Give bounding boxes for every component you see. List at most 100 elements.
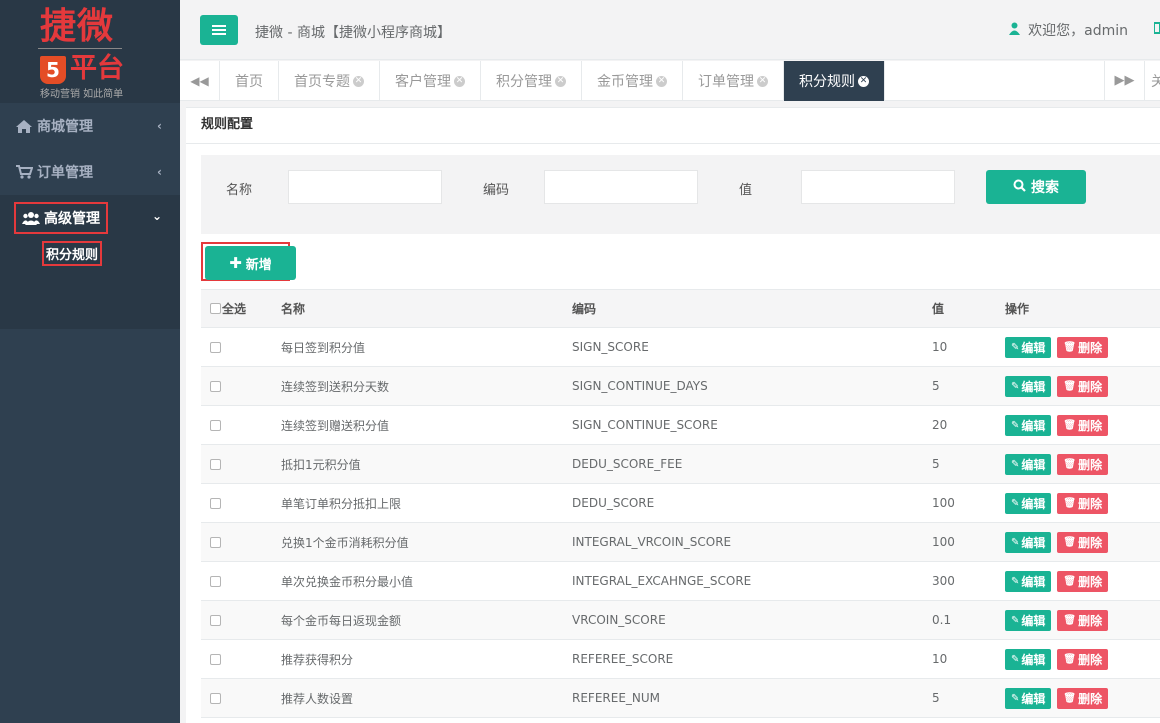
row-checkbox[interactable] xyxy=(210,342,221,353)
tab-bar: ◀◀ 首页 首页专题 ✕ 客户管理 ✕ 积分管理 ✕ 金币管理 ✕ 订单管理 ✕ 积分规则… xyxy=(180,61,1160,101)
edit-icon: ✎ xyxy=(1011,497,1020,509)
table-row: 抵扣1元积分值 DEDU_SCORE_FEE 5 ✎ 编辑 🗑 删除 xyxy=(201,444,1160,484)
delete-button[interactable]: 🗑 删除 xyxy=(1057,375,1109,397)
row-value: 100 xyxy=(932,522,1005,562)
sidebar-item-label: 订单管理 xyxy=(37,165,93,181)
main-content: 规则配置 名称 编码 值 搜索 ✚ 新增 全选 名称 编码 值 操作 每日签到积… xyxy=(186,107,1160,723)
logout-icon[interactable] xyxy=(1153,22,1160,36)
tab-close-icon[interactable]: ✕ xyxy=(858,75,869,87)
column-header-code[interactable]: 编码 xyxy=(572,289,932,328)
welcome-text: 欢迎您，admin xyxy=(1028,23,1128,39)
tab-close-icon[interactable]: ✕ xyxy=(757,75,768,87)
edit-button[interactable]: ✎ 编辑 xyxy=(1005,687,1052,709)
row-checkbox[interactable] xyxy=(210,459,221,470)
sidebar-subitem-score-rules[interactable]: 积分规则 xyxy=(42,241,103,266)
tab-customers[interactable]: 客户管理 ✕ xyxy=(380,61,481,101)
tab-close-icon[interactable]: ✕ xyxy=(353,75,364,87)
tab-home[interactable]: 首页 xyxy=(220,61,279,101)
row-checkbox[interactable] xyxy=(210,576,221,587)
tab-score-rules[interactable]: 积分规则 ✕ xyxy=(784,61,885,101)
row-checkbox[interactable] xyxy=(210,615,221,626)
edit-button[interactable]: ✎ 编辑 xyxy=(1005,648,1052,670)
row-name: 连续签到赠送积分值 xyxy=(281,405,572,445)
tab-close-icon[interactable]: ✕ xyxy=(555,75,566,87)
html5-badge-icon: 5 xyxy=(40,56,66,84)
trash-icon: 🗑 xyxy=(1063,692,1077,704)
edit-button[interactable]: ✎ 编辑 xyxy=(1005,531,1052,553)
tab-close-icon[interactable]: ✕ xyxy=(454,75,465,87)
table-row: 推荐人数设置 REFEREE_NUM 5 ✎ 编辑 🗑 删除 xyxy=(201,678,1160,718)
row-name: 抵扣1元积分值 xyxy=(281,444,572,484)
forward-icon: ▶▶ xyxy=(1114,73,1135,88)
row-value: 10 xyxy=(932,327,1005,367)
sidebar-item-mall[interactable]: 商城管理 ‹ xyxy=(0,103,180,149)
row-checkbox[interactable] xyxy=(210,537,221,548)
delete-button[interactable]: 🗑 删除 xyxy=(1057,687,1109,709)
row-code: INTEGRAL_EXCAHNGE_SCORE xyxy=(572,561,932,601)
search-name-input[interactable] xyxy=(288,170,442,204)
edit-button[interactable]: ✎ 编辑 xyxy=(1005,453,1052,475)
row-checkbox[interactable] xyxy=(210,381,221,392)
delete-button[interactable]: 🗑 删除 xyxy=(1057,570,1109,592)
row-code: DEDU_SCORE_FEE xyxy=(572,444,932,484)
tab-scroll-left-button[interactable]: ◀◀ xyxy=(180,61,220,101)
row-checkbox[interactable] xyxy=(210,693,221,704)
sidebar-item-advanced[interactable]: 高级管理 ⌄ xyxy=(0,195,180,241)
edit-icon: ✎ xyxy=(1011,341,1020,353)
row-actions: ✎ 编辑 🗑 删除 xyxy=(1005,639,1160,679)
users-icon xyxy=(22,211,40,225)
sidebar-item-orders[interactable]: 订单管理 ‹ xyxy=(0,149,180,195)
row-value: 5 xyxy=(932,366,1005,406)
edit-button[interactable]: ✎ 编辑 xyxy=(1005,414,1052,436)
chevron-left-icon: ‹ xyxy=(157,165,162,179)
tab-home-topics[interactable]: 首页专题 ✕ xyxy=(279,61,380,101)
search-button[interactable]: 搜索 xyxy=(986,170,1086,204)
row-value: 100 xyxy=(932,483,1005,523)
row-value: 0.1 xyxy=(932,600,1005,640)
delete-button[interactable]: 🗑 删除 xyxy=(1057,609,1109,631)
delete-button[interactable]: 🗑 删除 xyxy=(1057,414,1109,436)
tab-score-management[interactable]: 积分管理 ✕ xyxy=(481,61,582,101)
edit-button[interactable]: ✎ 编辑 xyxy=(1005,336,1052,358)
logo-title: 捷微 xyxy=(40,5,115,47)
edit-icon: ✎ xyxy=(1011,575,1020,587)
logo-subtitle: 平台 xyxy=(70,53,124,84)
delete-button[interactable]: 🗑 删除 xyxy=(1057,492,1109,514)
tab-coin-management[interactable]: 金币管理 ✕ xyxy=(582,61,683,101)
edit-icon: ✎ xyxy=(1011,614,1020,626)
row-actions: ✎ 编辑 🗑 删除 xyxy=(1005,444,1160,484)
row-checkbox[interactable] xyxy=(210,654,221,665)
tab-order-management[interactable]: 订单管理 ✕ xyxy=(683,61,784,101)
search-code-input[interactable] xyxy=(544,170,698,204)
edit-button[interactable]: ✎ 编辑 xyxy=(1005,570,1052,592)
row-checkbox[interactable] xyxy=(210,498,221,509)
column-header-name[interactable]: 名称 xyxy=(281,289,572,328)
delete-button[interactable]: 🗑 删除 xyxy=(1057,531,1109,553)
hamburger-icon xyxy=(212,29,226,31)
trash-icon: 🗑 xyxy=(1063,536,1077,548)
row-code: REFEREE_SCORE xyxy=(572,639,932,679)
table-row: 单次兑换金币积分最小值 INTEGRAL_EXCAHNGE_SCORE 300 ✎ 编辑… xyxy=(201,561,1160,601)
delete-button[interactable]: 🗑 删除 xyxy=(1057,648,1109,670)
tab-scroll-right-button[interactable]: ▶▶ xyxy=(1104,61,1144,100)
tab-close-icon[interactable]: ✕ xyxy=(656,75,667,87)
user-info[interactable]: 欢迎您，admin xyxy=(1009,20,1128,40)
delete-button[interactable]: 🗑 删除 xyxy=(1057,453,1109,475)
row-code: DEDU_SCORE xyxy=(572,483,932,523)
delete-button[interactable]: 🗑 删除 xyxy=(1057,336,1109,358)
column-header-value[interactable]: 值 xyxy=(932,289,1005,328)
edit-button[interactable]: ✎ 编辑 xyxy=(1005,609,1052,631)
edit-button[interactable]: ✎ 编辑 xyxy=(1005,492,1052,514)
search-icon xyxy=(1013,179,1026,196)
search-value-input[interactable] xyxy=(801,170,955,204)
select-all-checkbox[interactable] xyxy=(210,303,221,314)
edit-button[interactable]: ✎ 编辑 xyxy=(1005,375,1052,397)
menu-toggle-button[interactable] xyxy=(200,15,238,45)
row-checkbox[interactable] xyxy=(210,420,221,431)
sidebar-item-label: 商城管理 xyxy=(37,119,93,135)
table-row: 每日签到积分值 SIGN_SCORE 10 ✎ 编辑 🗑 删除 xyxy=(201,327,1160,367)
add-button[interactable]: ✚ 新增 xyxy=(205,246,296,280)
edit-icon: ✎ xyxy=(1011,380,1020,392)
row-code: VRCOIN_SCORE xyxy=(572,600,932,640)
tab-close-all-button[interactable]: 关 xyxy=(1144,61,1160,100)
